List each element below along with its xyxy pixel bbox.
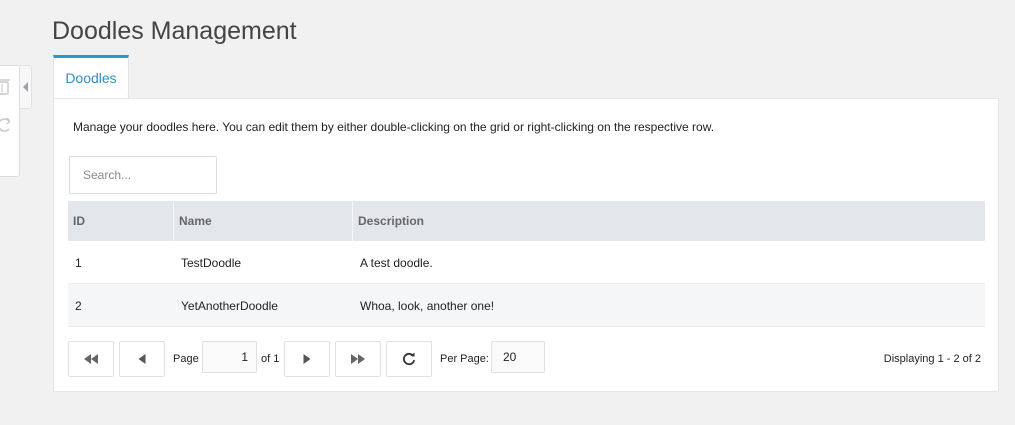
sidebar-toggle-button[interactable]: [20, 65, 32, 109]
intro-text: Manage your doodles here. You can edit t…: [73, 120, 715, 134]
page-label: Page: [173, 353, 199, 365]
next-page-button[interactable]: [284, 341, 330, 377]
display-summary: Displaying 1 - 2 of 2: [883, 353, 981, 365]
per-page-input[interactable]: 20: [491, 341, 545, 373]
table-row[interactable]: 1 TestDoodle A test doodle.: [68, 241, 985, 284]
first-page-button[interactable]: [68, 341, 114, 377]
doodles-panel: Manage your doodles here. You can edit t…: [53, 98, 999, 392]
refresh-button[interactable]: [386, 341, 432, 377]
current-page-input[interactable]: 1: [202, 341, 257, 373]
total-pages-label: of 1: [261, 353, 280, 365]
page-title: Doodles Management: [52, 17, 297, 45]
cell-id: 2: [75, 299, 82, 313]
doodles-grid: ID Name Description 1 TestDoodle A test …: [68, 201, 985, 327]
prev-page-button[interactable]: [119, 341, 165, 377]
column-header-id[interactable]: ID: [68, 201, 173, 241]
table-row[interactable]: 2 YetAnotherDoodle Whoa, look, another o…: [68, 284, 985, 327]
cell-description: A test doodle.: [360, 256, 433, 270]
search-input[interactable]: [69, 156, 217, 194]
cell-name: TestDoodle: [181, 256, 242, 270]
grid-header: ID Name Description: [68, 201, 985, 241]
tab-doodles[interactable]: Doodles: [53, 55, 129, 98]
cell-name: YetAnotherDoodle: [181, 299, 278, 313]
last-page-button[interactable]: [335, 341, 381, 377]
pagination-toolbar: Page 1 of 1 Per Page: 20 Displaying 1 - …: [68, 341, 985, 377]
side-toolbar: [0, 65, 20, 177]
cell-id: 1: [75, 256, 82, 270]
column-header-name[interactable]: Name: [173, 201, 352, 241]
cell-description: Whoa, look, another one!: [360, 299, 495, 313]
per-page-label: Per Page:: [440, 353, 489, 365]
column-header-description[interactable]: Description: [352, 201, 985, 241]
refresh-icon[interactable]: [0, 116, 10, 134]
trash-icon[interactable]: [0, 77, 10, 95]
